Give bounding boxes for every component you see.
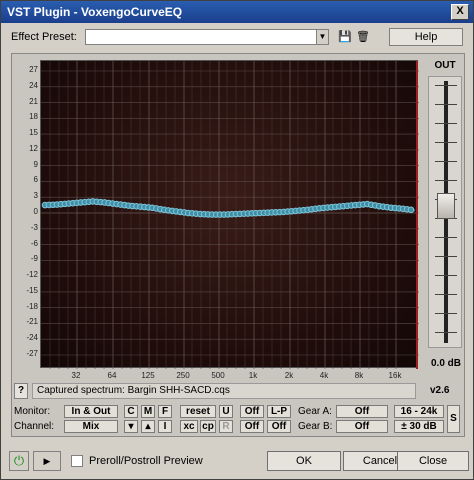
r-button[interactable]: R — [219, 420, 233, 433]
preset-label: Effect Preset: — [11, 31, 77, 43]
gear-a-label: Gear A: — [298, 406, 332, 417]
s-button[interactable]: S — [447, 405, 460, 433]
eq-graph[interactable] — [40, 60, 419, 369]
channel-button[interactable]: Mix — [64, 420, 118, 433]
out-label: OUT — [434, 60, 456, 71]
monitor-label: Monitor: — [14, 406, 51, 417]
off-button-1[interactable]: Off — [240, 405, 264, 418]
out-meter-tick — [435, 294, 457, 295]
i-button[interactable]: I — [158, 420, 172, 433]
x-tick-label: 8k — [354, 371, 364, 380]
out-meter-tick — [435, 332, 457, 333]
close-button[interactable]: Close — [397, 451, 469, 471]
save-icon[interactable]: 💾 — [337, 29, 353, 45]
chevron-up-icon[interactable]: ▴ — [141, 420, 155, 433]
status-text: Captured spectrum: Bargin SHH-SACD.cqs — [32, 383, 416, 399]
reset-button[interactable]: reset — [180, 405, 216, 418]
x-tick-label: 500 — [211, 371, 225, 380]
title-bar: VST Plugin - VoxengoCurveEQ X — [1, 1, 473, 23]
gear-b-label: Gear B: — [298, 421, 333, 432]
preset-dropdown[interactable]: ▼ — [85, 29, 329, 45]
out-meter-tick — [435, 161, 457, 162]
monitor-button[interactable]: In & Out — [64, 405, 118, 418]
y-tick-label: -21 — [26, 317, 38, 327]
plugin-window: VST Plugin - VoxengoCurveEQ X Effect Pre… — [0, 0, 474, 480]
y-tick-label: 3 — [33, 191, 38, 201]
gear-a-button[interactable]: Off — [336, 405, 388, 418]
y-tick-label: 12 — [29, 143, 38, 153]
y-tick-label: -9 — [30, 254, 38, 264]
y-tick-label: -18 — [26, 301, 38, 311]
y-tick-label: 6 — [33, 175, 38, 185]
lp-button[interactable]: L-P — [267, 405, 291, 418]
version-label: v2.6 — [430, 385, 450, 396]
x-tick-label: 4k — [319, 371, 329, 380]
y-tick-label: 27 — [29, 65, 38, 74]
y-tick-label: 18 — [29, 112, 38, 122]
out-meter-tick — [435, 85, 457, 86]
ok-button[interactable]: OK — [267, 451, 341, 471]
preset-row: Effect Preset: ▼ 💾 🗑 Help — [5, 27, 469, 47]
y-tick-label: -3 — [30, 222, 38, 232]
y-tick-label: -6 — [30, 238, 38, 248]
out-meter-tick — [435, 180, 457, 181]
off-button-2[interactable]: Off — [240, 420, 264, 433]
off-button-3[interactable]: Off — [267, 420, 291, 433]
help-question-button[interactable]: ? — [14, 383, 28, 399]
x-tick-label: 125 — [141, 371, 155, 380]
help-button[interactable]: Help — [389, 28, 463, 46]
eq-curve-point — [407, 206, 415, 214]
out-value: 0.0 dB — [430, 358, 461, 369]
delete-icon[interactable]: 🗑 — [355, 29, 371, 45]
frequency-range-button[interactable]: 16 - 24k — [394, 405, 444, 418]
x-tick-label: 32 — [71, 371, 81, 380]
chevron-down-icon[interactable]: ▼ — [316, 30, 328, 44]
y-tick-label: 9 — [33, 159, 38, 169]
out-meter-tick — [435, 313, 457, 314]
preroll-checkbox[interactable] — [71, 455, 83, 467]
close-window-button[interactable]: X — [451, 4, 469, 20]
cp-button[interactable]: cp — [200, 420, 216, 433]
window-title: VST Plugin - VoxengoCurveEQ — [7, 5, 183, 19]
y-tick-label: -12 — [26, 270, 38, 280]
bottom-bar: ⏻ ▶ Preroll/Postroll Preview OK Cancel C… — [1, 447, 473, 479]
y-tick-label: 15 — [29, 128, 38, 138]
y-tick-label: -24 — [26, 333, 38, 343]
play-icon[interactable]: ▶ — [33, 451, 61, 471]
f-button[interactable]: F — [158, 405, 172, 418]
x-tick-label: 16k — [388, 371, 402, 380]
status-row: ? Captured spectrum: Bargin SHH-SACD.cqs… — [14, 383, 462, 399]
out-slider[interactable] — [428, 76, 462, 348]
x-tick-label: 64 — [107, 371, 117, 380]
db-range-button[interactable]: ± 30 dB — [394, 420, 444, 433]
power-icon[interactable]: ⏻ — [9, 451, 29, 471]
y-tick-label: -27 — [26, 349, 38, 358]
out-meter-tick — [435, 237, 457, 238]
out-meter-tick — [435, 104, 457, 105]
out-slider-thumb[interactable] — [437, 193, 455, 219]
c-button[interactable]: C — [124, 405, 138, 418]
controls-panel: Monitor: Channel: In & Out Mix C M F ▾ ▴… — [14, 404, 462, 434]
channel-label: Channel: — [14, 421, 55, 432]
m-button[interactable]: M — [141, 405, 155, 418]
eq-curve-svg[interactable] — [41, 61, 419, 369]
preroll-label: Preroll/Postroll Preview — [89, 455, 203, 467]
x-tick-label: 1k — [248, 371, 258, 380]
plugin-panel: 27 24 21 18 15 12 9 6 3 0 -3 -6 -9 -12 -15 -18 -21 -24 -27… — [11, 53, 465, 437]
y-tick-label: 21 — [29, 96, 38, 106]
out-meter-tick — [435, 256, 457, 257]
y-tick-label: 0 — [33, 207, 38, 216]
y-tick-label: 24 — [29, 80, 38, 90]
out-meter-tick — [435, 275, 457, 276]
chevron-down-icon[interactable]: ▾ — [124, 420, 138, 433]
out-meter-tick — [435, 142, 457, 143]
y-tick-label: -15 — [26, 285, 38, 295]
out-meter-tick — [435, 123, 457, 124]
x-tick-label: 2k — [284, 371, 294, 380]
gear-b-button[interactable]: Off — [336, 420, 388, 433]
u-button[interactable]: U — [219, 405, 233, 418]
xc-button[interactable]: xc — [180, 420, 198, 433]
x-tick-label: 250 — [176, 371, 190, 380]
